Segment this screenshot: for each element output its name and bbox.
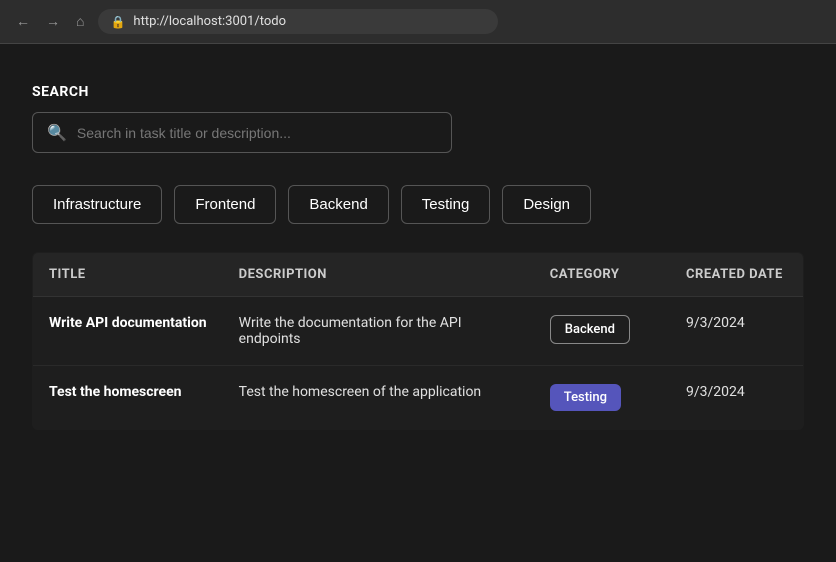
- task-category-cell: Backend: [534, 297, 670, 366]
- task-description-cell: Test the homescreen of the application: [223, 366, 534, 430]
- back-button[interactable]: ←: [12, 11, 34, 32]
- address-bar[interactable]: 🔒 http://localhost:3001/todo: [98, 9, 498, 34]
- table-header-row: TITLE DESCRIPTION CATEGORY CREATED DATE: [33, 253, 804, 297]
- col-header-created-date: CREATED DATE: [670, 253, 804, 297]
- col-header-description: DESCRIPTION: [223, 253, 534, 297]
- filter-design[interactable]: Design: [502, 185, 591, 224]
- category-badge: Testing: [550, 384, 621, 411]
- filter-backend[interactable]: Backend: [288, 185, 388, 224]
- task-description-cell: Write the documentation for the API endp…: [223, 297, 534, 366]
- browser-chrome: ← → ⌂ 🔒 http://localhost:3001/todo: [0, 0, 836, 44]
- category-filters: Infrastructure Frontend Backend Testing …: [32, 185, 804, 224]
- search-input-wrapper[interactable]: 🔍: [32, 112, 452, 153]
- forward-button[interactable]: →: [42, 11, 64, 32]
- task-date-cell: 9/3/2024: [670, 366, 804, 430]
- task-title-cell: Write API documentation: [33, 297, 223, 366]
- task-category-cell: Testing: [534, 366, 670, 430]
- search-input[interactable]: [77, 125, 437, 141]
- nav-buttons: ← → ⌂: [12, 11, 88, 32]
- filter-infrastructure[interactable]: Infrastructure: [32, 185, 162, 224]
- lock-icon: 🔒: [110, 15, 125, 29]
- filter-frontend[interactable]: Frontend: [174, 185, 276, 224]
- search-container: 🔍: [32, 112, 804, 153]
- search-icon: 🔍: [47, 123, 67, 142]
- col-header-title: TITLE: [33, 253, 223, 297]
- page-content: SEARCH 🔍 Infrastructure Frontend Backend…: [0, 44, 836, 462]
- url-text: http://localhost:3001/todo: [133, 14, 286, 29]
- table-row: Write API documentation Write the docume…: [33, 297, 804, 366]
- task-table: TITLE DESCRIPTION CATEGORY CREATED DATE …: [32, 252, 804, 430]
- task-title-cell: Test the homescreen: [33, 366, 223, 430]
- task-title: Write API documentation: [49, 315, 207, 331]
- col-header-category: CATEGORY: [534, 253, 670, 297]
- table-row: Test the homescreen Test the homescreen …: [33, 366, 804, 430]
- task-date-cell: 9/3/2024: [670, 297, 804, 366]
- task-title: Test the homescreen: [49, 384, 182, 400]
- category-badge: Backend: [550, 315, 630, 344]
- search-label: SEARCH: [32, 84, 804, 100]
- filter-testing[interactable]: Testing: [401, 185, 491, 224]
- home-button[interactable]: ⌂: [72, 11, 88, 32]
